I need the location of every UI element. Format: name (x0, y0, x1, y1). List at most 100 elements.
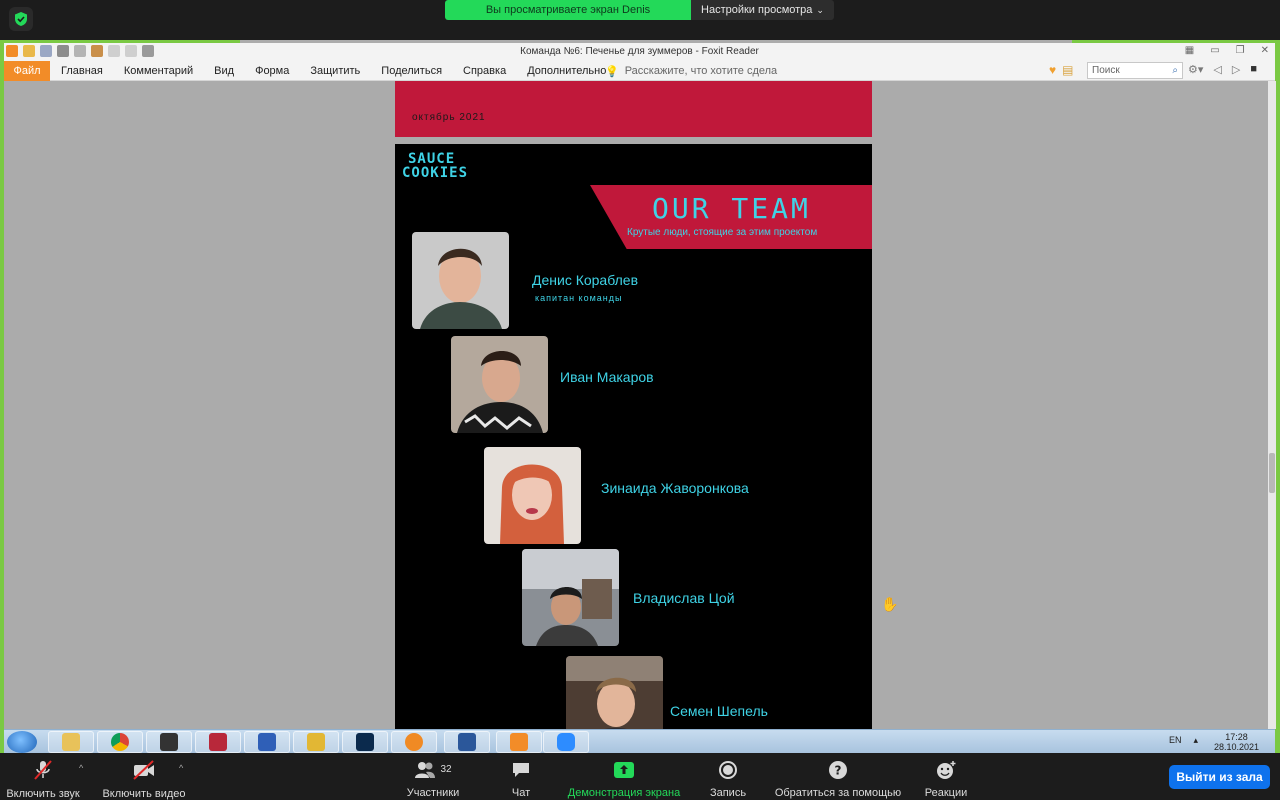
user-icon[interactable]: ■ (1250, 63, 1257, 76)
taskbar-explorer-icon[interactable] (48, 731, 94, 753)
heart-icon[interactable]: ♥ (1049, 63, 1056, 77)
nav-back-icon[interactable]: ◁ (1213, 63, 1221, 76)
clock-date: 28.10.2021 (1214, 742, 1260, 752)
participants-button[interactable]: 32 Участники (405, 759, 461, 799)
pdf-page-team: SAUCE COOKIES OUR TEAM Крутые люди, стоя… (395, 144, 872, 729)
taskbar-video-icon[interactable] (146, 731, 192, 753)
search-placeholder: Поиск (1092, 65, 1120, 76)
menu-help[interactable]: Справка (463, 65, 506, 77)
reactions-label: Реакции (924, 787, 968, 799)
hand-cursor-icon: ✋ (881, 596, 899, 612)
chat-button[interactable]: Чат (506, 759, 536, 799)
unmute-button[interactable]: Включить звук (6, 759, 80, 800)
ribbon-right-icons: ♥ ▤ (1049, 63, 1073, 77)
portrait-image (451, 336, 548, 433)
portrait-image (484, 447, 581, 544)
portrait-image (412, 232, 509, 329)
start-video-label: Включить видео (102, 788, 186, 800)
svg-text:?: ? (835, 763, 842, 777)
reactions-icon (935, 759, 957, 780)
member-name-2: Иван Макаров (560, 369, 654, 385)
member-name-4: Владислав Цой (633, 590, 735, 606)
language-indicator[interactable]: EN (1169, 735, 1182, 746)
member-role-1: капитан команды (535, 293, 623, 303)
ask-for-help-label: Обратиться за помощью (774, 787, 902, 799)
menu-file[interactable]: Файл (4, 61, 50, 81)
tell-me-box[interactable]: 💡 Расскажите, что хотите сдела (605, 65, 777, 78)
participants-icon: 32 (414, 759, 452, 780)
search-input[interactable]: Поиск ⌕ (1087, 62, 1183, 79)
portrait-image (522, 549, 619, 646)
member-photo-3 (484, 447, 581, 544)
taskbar-word-icon[interactable] (444, 731, 490, 753)
find-folder-icon[interactable]: ▤ (1062, 63, 1073, 77)
record-button[interactable]: Запись (707, 759, 749, 799)
member-name-3: Зинаида Жаворонкова (601, 480, 749, 496)
ribbon-toggle-icon[interactable]: ▦ (1185, 45, 1194, 56)
taskbar-network-icon[interactable] (244, 731, 290, 753)
record-label: Запись (709, 787, 747, 799)
view-options-button[interactable]: Настройки просмотра ⌄ (691, 0, 834, 20)
menu-extra[interactable]: Дополнительно (527, 65, 606, 77)
taskbar-photoshop-icon[interactable] (342, 731, 388, 753)
share-screen-label: Демонстрация экрана (567, 787, 681, 799)
chat-icon (511, 759, 531, 780)
participants-count: 32 (440, 764, 452, 775)
taskbar-lock-icon[interactable] (293, 731, 339, 753)
windows-taskbar: EN ▴ 17:28 28.10.2021 (4, 729, 1275, 753)
logo-line-1: SAUCE (408, 151, 456, 167)
pdf-page-previous: октябрь 2021 (395, 81, 872, 137)
menu-home[interactable]: Главная (61, 65, 103, 77)
restore-icon[interactable]: ❐ (1236, 45, 1245, 56)
video-options-chevron-icon[interactable]: ^ (179, 763, 183, 773)
ask-for-help-button[interactable]: ? Обратиться за помощью (772, 759, 904, 799)
start-video-button[interactable]: Включить видео (101, 759, 187, 800)
taskbar-winrar-icon[interactable] (195, 731, 241, 753)
team-heading: OUR TEAM (652, 192, 811, 225)
foxit-ribbon: Файл Главная Комментарий Вид Форма Защит… (4, 61, 1275, 81)
chevron-down-icon: ⌄ (816, 4, 824, 15)
clock[interactable]: 17:28 28.10.2021 (1214, 732, 1259, 752)
taskbar-zoom-icon[interactable] (543, 731, 589, 753)
member-photo-5 (566, 656, 663, 729)
sauce-cookies-logo: SAUCE COOKIES (402, 152, 468, 180)
nav-forward-icon[interactable]: ▷ (1232, 63, 1240, 76)
gear-icon[interactable]: ⚙▾ (1188, 63, 1203, 76)
record-icon (718, 759, 738, 780)
leave-meeting-button[interactable]: Выйти из зала (1169, 765, 1270, 789)
tell-me-placeholder: Расскажите, что хотите сдела (624, 65, 778, 77)
menu-form[interactable]: Форма (255, 65, 289, 77)
video-off-icon (131, 759, 157, 781)
unmute-label: Включить звук (6, 788, 80, 800)
encryption-shield-icon[interactable] (9, 7, 33, 31)
menu-protect[interactable]: Защитить (310, 65, 360, 77)
minimize-icon[interactable]: ▭ (1210, 45, 1219, 56)
taskbar-media-icon[interactable] (391, 731, 437, 753)
microphone-muted-icon (32, 759, 54, 781)
member-photo-1 (412, 232, 509, 329)
taskbar-chrome-icon[interactable] (97, 731, 143, 753)
ribbon-nav-icons: ⚙▾ ◁ ▷ ■ (1188, 63, 1257, 76)
team-subheading: Крутые люди, стоящие за этим проектом (627, 227, 818, 238)
zoom-top-bar: Вы просматриваете экран Denis Настройки … (0, 0, 1280, 40)
foxit-titlebar: Команда №6: Печенье для зуммеров - Foxit… (4, 43, 1275, 61)
reactions-button[interactable]: Реакции (922, 759, 970, 799)
vertical-scrollbar-thumb[interactable] (1269, 453, 1275, 493)
taskbar-foxit-icon[interactable] (496, 731, 542, 753)
audio-options-chevron-icon[interactable]: ^ (79, 763, 83, 773)
participants-label: Участники (406, 787, 460, 799)
menu-share[interactable]: Поделиться (381, 65, 442, 77)
tray-expand-icon[interactable]: ▴ (1194, 735, 1199, 746)
close-icon[interactable]: ✕ (1261, 45, 1269, 56)
member-photo-2 (451, 336, 548, 433)
vertical-scrollbar[interactable] (1268, 81, 1276, 729)
help-icon: ? (828, 759, 848, 780)
window-controls: ▦ ▭ ❐ ✕ (1185, 45, 1269, 56)
start-button-icon[interactable] (7, 731, 37, 753)
clock-time: 17:28 (1225, 732, 1248, 742)
menu-view[interactable]: Вид (214, 65, 234, 77)
share-screen-button[interactable]: Демонстрация экрана (563, 759, 685, 799)
member-name-1: Денис Кораблев (532, 272, 639, 288)
chat-label: Чат (511, 787, 531, 799)
menu-comment[interactable]: Комментарий (124, 65, 193, 77)
